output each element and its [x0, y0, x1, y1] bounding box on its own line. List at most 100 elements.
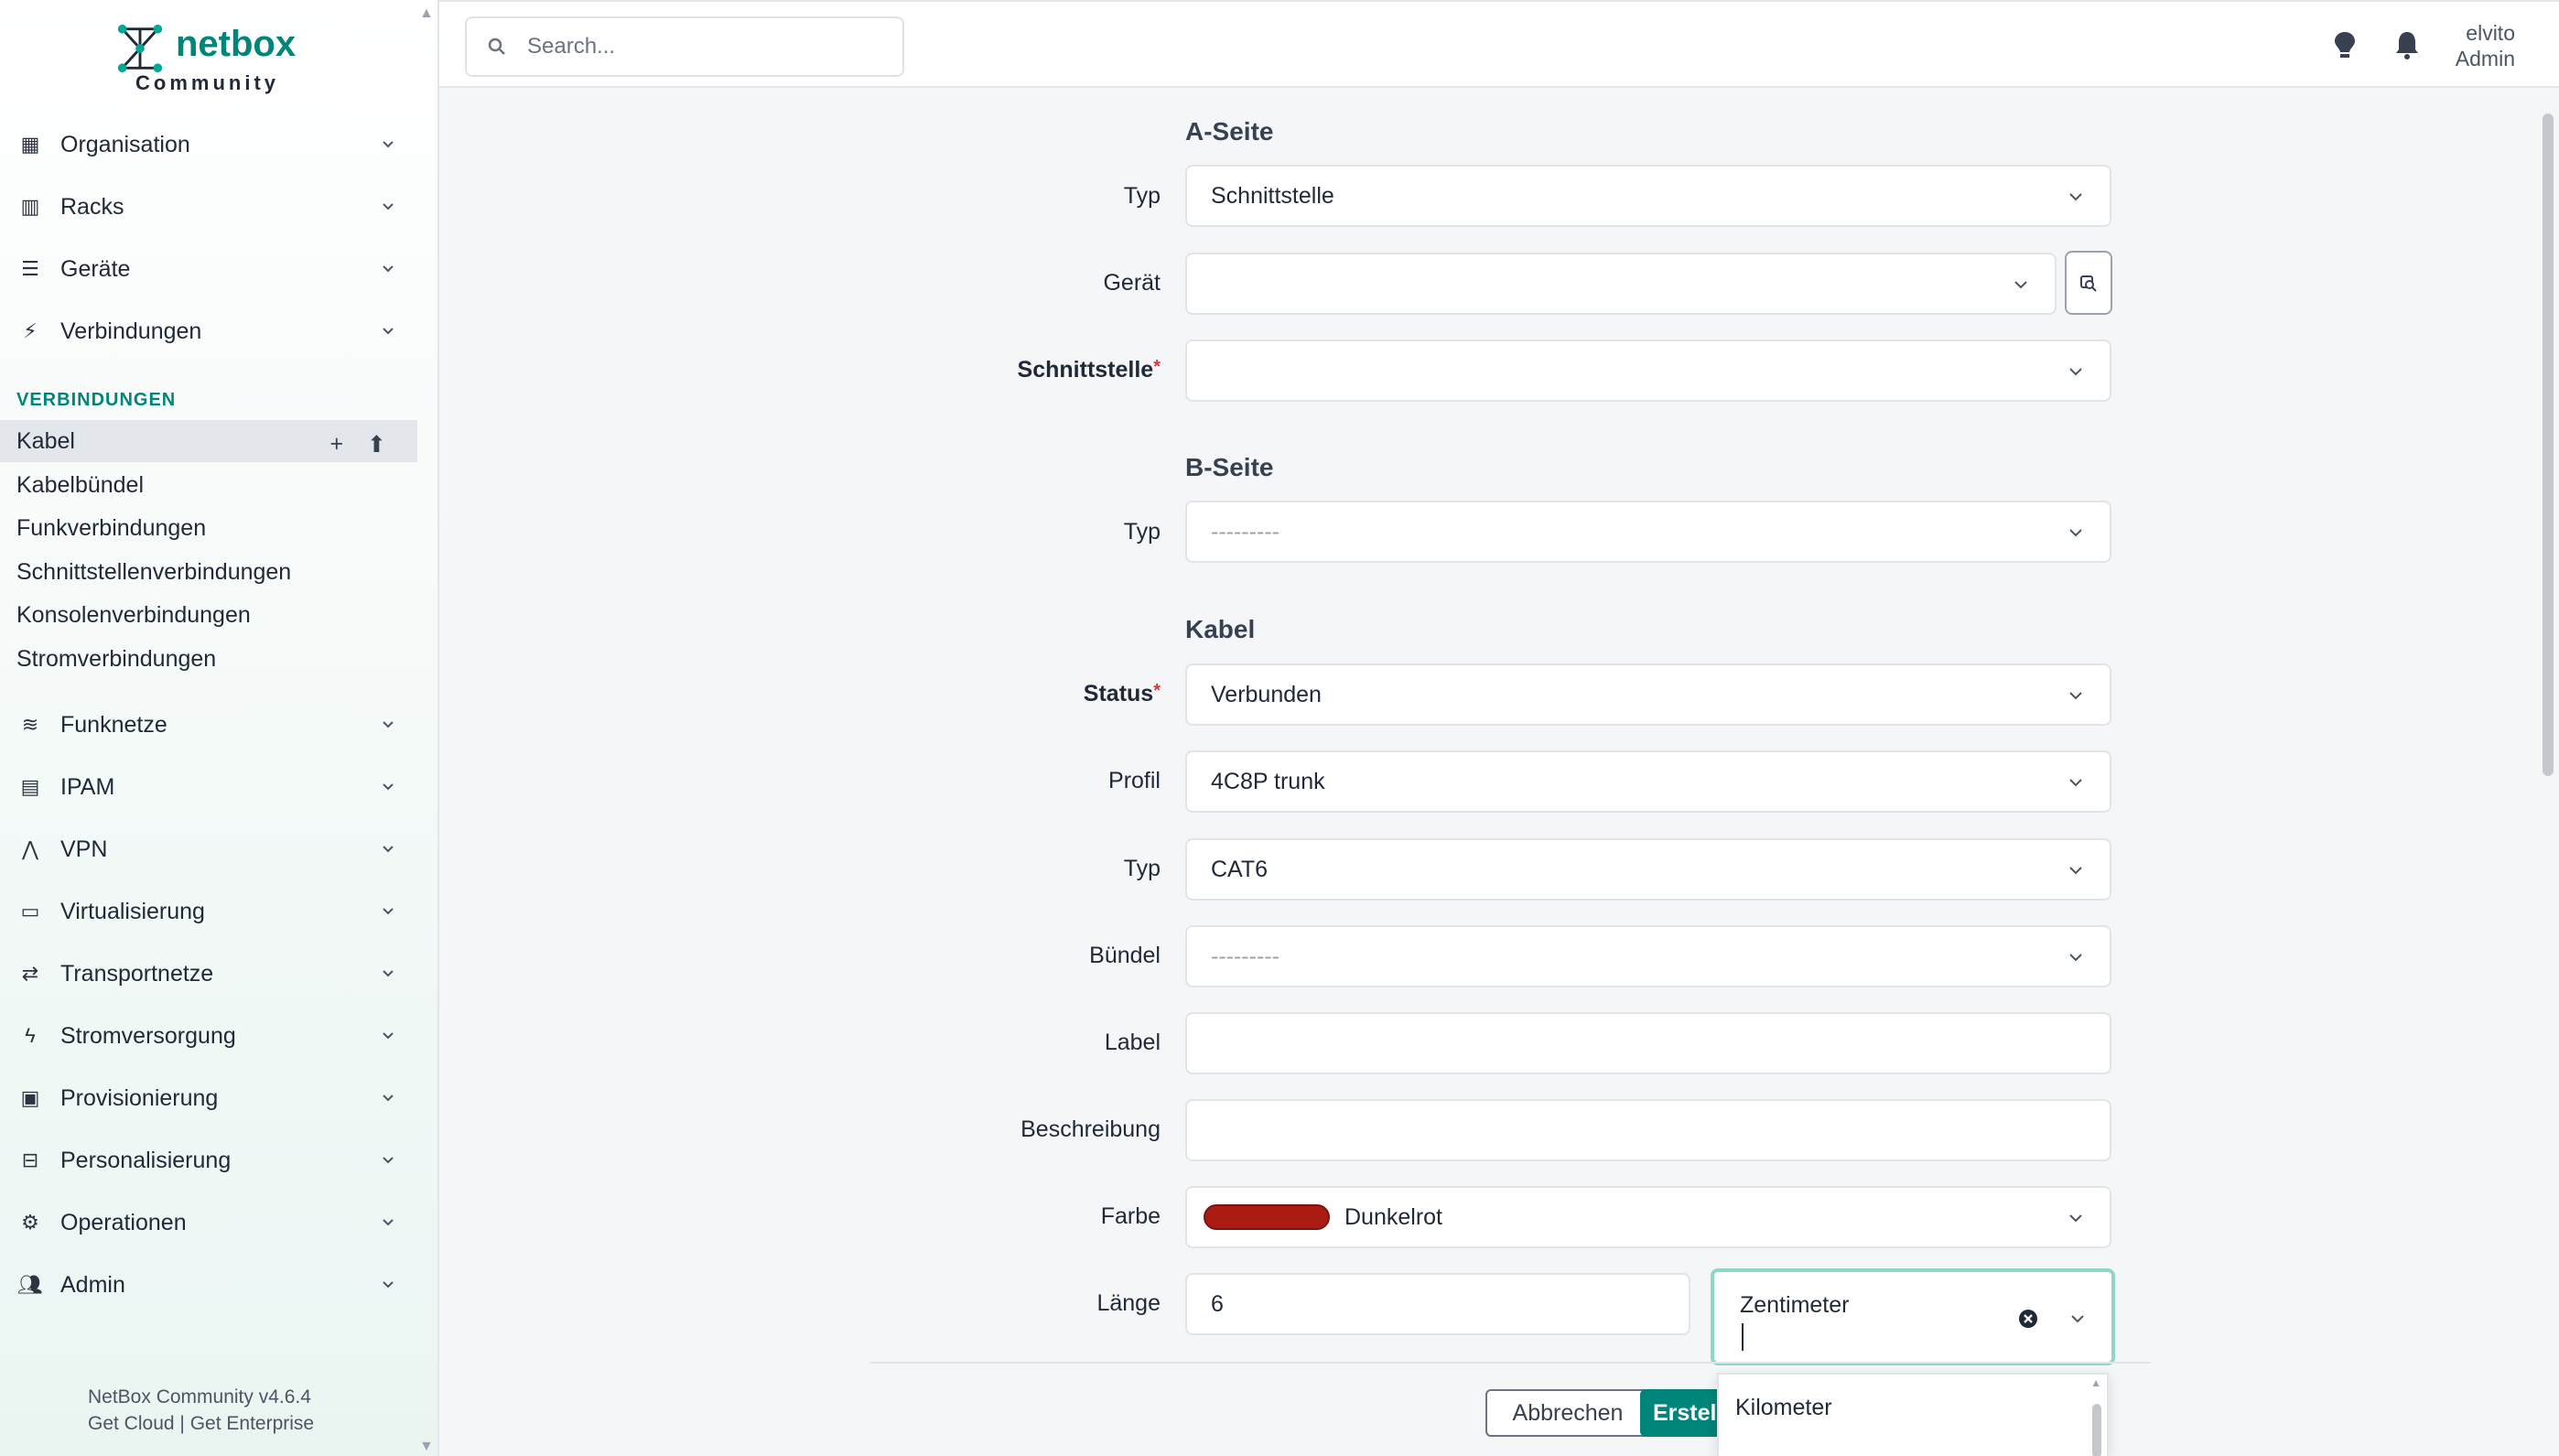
nav-geraete[interactable]: ☰ Geräte: [0, 238, 421, 300]
sidebar-item-stromverbindungen[interactable]: Stromverbindungen: [0, 638, 417, 680]
chevron-down-icon: [2069, 779, 2082, 787]
chevron-down-icon: [2069, 1214, 2082, 1223]
nav-label: IPAM: [60, 773, 115, 800]
chevron-down-icon[interactable]: [2068, 1309, 2088, 1329]
select-value: 4C8P trunk: [1211, 768, 1325, 794]
sidebar-item-kabel[interactable]: Kabel + ⬆: [0, 420, 417, 462]
add-icon[interactable]: +: [329, 431, 343, 458]
length-unit-select[interactable]: Zentimeter: [1711, 1268, 2115, 1365]
get-enterprise-link[interactable]: Get Enterprise: [190, 1413, 314, 1434]
chevron-down-icon: [383, 1157, 394, 1164]
building-icon: ▦: [20, 133, 40, 156]
nav-label: Admin: [60, 1271, 125, 1298]
sidebar-item-label: Stromverbindungen: [16, 645, 217, 672]
section-title-a-side: A-Seite: [1185, 117, 1274, 146]
nav-organisation[interactable]: ▦ Organisation: [0, 113, 421, 176]
nav-racks[interactable]: ▥ Racks: [0, 176, 421, 238]
nav-personalisierung[interactable]: ⊟ Personalisierung: [0, 1129, 421, 1192]
monitor-icon: ▭: [20, 900, 40, 922]
field-label: Typ: [1123, 519, 1161, 545]
sidebar-item-label: Konsolenverbindungen: [16, 601, 251, 628]
field-label: Typ: [1123, 183, 1161, 209]
get-cloud-link[interactable]: Get Cloud: [88, 1413, 175, 1434]
dropdown-option[interactable]: Kilometer: [1735, 1395, 1832, 1421]
nav-verbindungen[interactable]: ⚡ Verbindungen: [0, 300, 421, 362]
cable-label-input[interactable]: [1185, 1012, 2111, 1074]
chevron-down-icon: [383, 1095, 394, 1102]
cable-bundle-select[interactable]: ---------: [1185, 925, 2111, 987]
section-title-b-side: B-Seite: [1185, 453, 1274, 481]
chevron-down-icon: [383, 265, 394, 273]
field-label: Farbe: [1100, 1203, 1161, 1229]
nav-label: Virtualisierung: [60, 898, 205, 924]
text-caret: [1742, 1323, 1744, 1351]
select-value: Verbunden: [1211, 681, 1322, 707]
form-footer-divider: [869, 1362, 2151, 1364]
nav-virtualisierung[interactable]: ▭ Virtualisierung: [0, 880, 421, 943]
chevron-down-icon: [383, 1032, 394, 1040]
input-value: 6: [1211, 1290, 1224, 1317]
search-input[interactable]: [527, 34, 875, 59]
netbox-logo[interactable]: netbox Community: [110, 18, 311, 101]
main-scrollbar[interactable]: [2543, 113, 2554, 776]
user-menu[interactable]: elvito Admin: [2456, 20, 2515, 71]
sidebar-item-label: Funkverbindungen: [16, 514, 207, 541]
b-side-type-select[interactable]: ---------: [1185, 501, 2111, 563]
nav-label: Operationen: [60, 1209, 187, 1235]
import-icon[interactable]: ⬆: [367, 431, 386, 458]
select-value: Dunkelrot: [1344, 1203, 1442, 1230]
search-list-icon: [2080, 275, 2097, 292]
nav-funknetze[interactable]: ≋ Funknetze: [0, 694, 421, 756]
a-side-interface-select[interactable]: [1185, 340, 2111, 402]
cable-color-select[interactable]: Dunkelrot: [1185, 1186, 2111, 1248]
version-text: NetBox Community v4.6.4: [88, 1386, 311, 1407]
topbar: elvito Admin: [439, 0, 2559, 88]
cable-status-select[interactable]: Verbunden: [1185, 663, 2111, 726]
user-name: elvito: [2466, 21, 2515, 45]
counter-icon: ▤: [20, 775, 40, 798]
cable-length-input[interactable]: 6: [1185, 1273, 1690, 1335]
nav-transportnetze[interactable]: ⇄ Transportnetze: [0, 943, 421, 1005]
nav-stromversorgung[interactable]: ϟ Stromversorgung: [0, 1005, 421, 1067]
cable-type-select[interactable]: CAT6: [1185, 838, 2111, 901]
clear-icon[interactable]: [2018, 1309, 2038, 1329]
sidebar-scroll-down-icon[interactable]: ▼: [419, 1439, 434, 1455]
device-selector-button[interactable]: [2065, 251, 2112, 315]
a-side-device-select[interactable]: [1185, 253, 2057, 315]
field-label: Bündel: [1089, 943, 1161, 968]
sidebar-scroll-up-icon[interactable]: ▲: [419, 5, 434, 22]
sidebar-item-schnittstellenverbindungen[interactable]: Schnittstellenverbindungen: [0, 551, 417, 593]
required-marker: *: [1153, 681, 1161, 701]
select-value: Zentimeter: [1740, 1292, 1850, 1318]
nav-admin[interactable]: 👥︎ Admin: [0, 1254, 421, 1316]
select-value: Schnittstelle: [1211, 182, 1334, 209]
sidebar-item-konsolenverbindungen[interactable]: Konsolenverbindungen: [0, 594, 417, 636]
sidebar-item-label: Kabelbündel: [16, 471, 145, 498]
sidebar-item-funkverbindungen[interactable]: Funkverbindungen: [0, 507, 417, 549]
lightbulb-icon[interactable]: [2331, 29, 2359, 62]
dropdown-scrollbar[interactable]: [2092, 1404, 2101, 1456]
bell-icon[interactable]: [2393, 29, 2421, 62]
select-value: ---------: [1211, 943, 1280, 969]
section-title-cable: Kabel: [1185, 615, 1256, 643]
chevron-down-icon: [2014, 281, 2027, 289]
sidebar-item-kabelbuendel[interactable]: Kabelbündel: [0, 464, 417, 506]
nav-provisionierung[interactable]: ▣ Provisionierung: [0, 1067, 421, 1129]
nav-operationen[interactable]: ⚙ Operationen: [0, 1192, 421, 1254]
search-box[interactable]: [465, 16, 904, 77]
nav-ipam[interactable]: ▤ IPAM: [0, 756, 421, 818]
wifi-icon: ≋: [21, 713, 39, 736]
select-value: ---------: [1211, 518, 1280, 545]
cancel-button[interactable]: Abbrechen: [1485, 1389, 1650, 1437]
netbox-logo-mark-icon: [117, 24, 163, 73]
sidebar: ▲ netbox Community ▦ Organisation ▥ Rack…: [0, 0, 439, 1456]
nav-label: Funknetze: [60, 711, 167, 738]
cable-profile-select[interactable]: 4C8P trunk: [1185, 750, 2111, 813]
field-label: Schnittstelle*: [520, 357, 1161, 383]
transport-icon: ⇄: [21, 962, 39, 985]
dropdown-scroll-up-icon[interactable]: ▲: [2090, 1376, 2101, 1389]
section-label: VERBINDUNGEN: [16, 390, 177, 410]
a-side-type-select[interactable]: Schnittstelle: [1185, 165, 2111, 227]
nav-vpn[interactable]: ⋀ VPN: [0, 818, 421, 880]
cable-description-input[interactable]: [1185, 1099, 2111, 1161]
